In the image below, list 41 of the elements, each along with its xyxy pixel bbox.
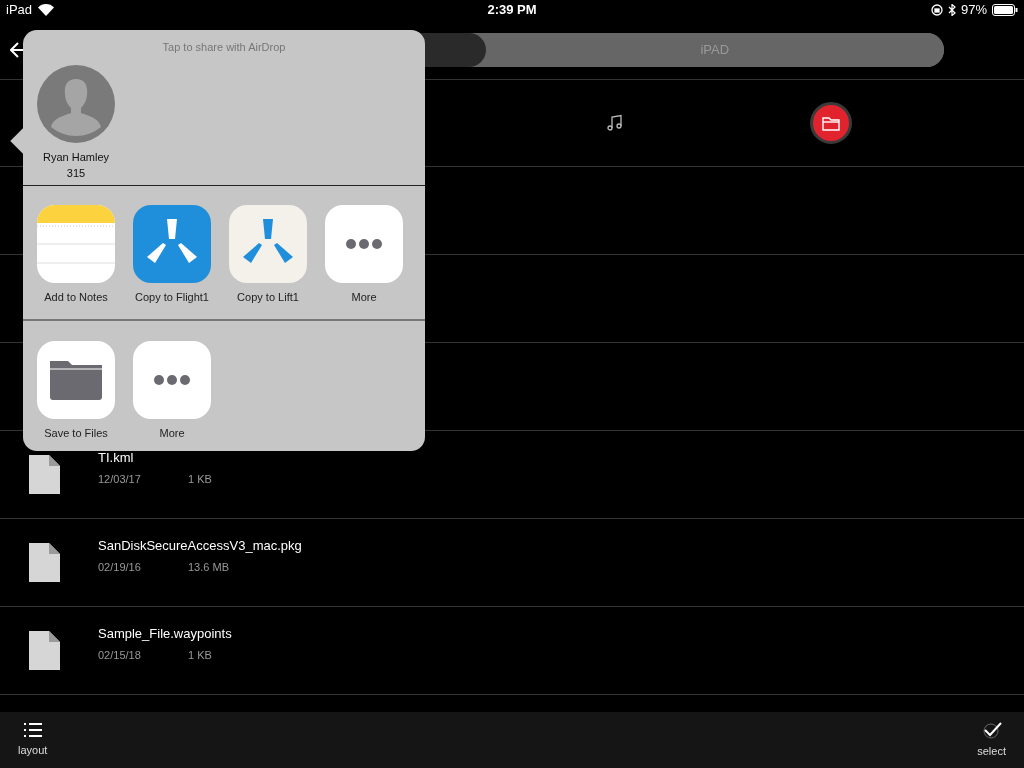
list-icon: [22, 721, 43, 738]
file-size: 1 KB: [188, 471, 212, 487]
propeller-app-icon[interactable]: [133, 205, 211, 283]
rotation-lock-icon: [930, 4, 943, 16]
share-label: Add to Notes: [44, 290, 108, 305]
folder-icon: [822, 115, 840, 131]
music-note-icon[interactable]: [606, 114, 624, 132]
battery-icon: [992, 4, 1018, 16]
share-label: Copy to Lift1: [237, 290, 299, 305]
more-icon[interactable]: [133, 341, 211, 419]
wifi-icon: [38, 4, 55, 16]
avatar-silhouette-icon[interactable]: [37, 64, 115, 143]
file-icon: [29, 631, 60, 670]
file-date: 02/19/16: [98, 559, 142, 575]
device-name: iPad: [6, 1, 33, 20]
propeller-app-icon[interactable]: [229, 205, 307, 283]
file-size: 1 KB: [188, 647, 212, 663]
airdrop-hint: Tap to share with AirDrop: [162, 40, 286, 55]
clock: 2:39 PM: [487, 1, 537, 20]
bluetooth-icon: [947, 4, 956, 16]
folder-tab[interactable]: [810, 102, 852, 144]
file-date: 02/15/18: [98, 647, 142, 663]
share-label: Copy to Flight1: [135, 290, 209, 305]
file-size: 13.6 MB: [188, 559, 229, 575]
share-label: More: [351, 290, 377, 305]
file-name[interactable]: Sample_File.waypoints: [98, 624, 232, 644]
file-name[interactable]: SanDiskSecureAccessV3_mac.pkg: [98, 536, 302, 556]
share-label: More: [159, 426, 185, 441]
file-date: 12/03/17: [98, 471, 142, 487]
share-label: Save to Files: [44, 426, 108, 441]
file-name[interactable]: TI.kml: [98, 448, 212, 468]
contact-detail: 315: [66, 166, 86, 181]
file-icon: [29, 455, 60, 494]
file-icon: [29, 543, 60, 582]
battery-percent: 97%: [960, 1, 987, 20]
folder-app-icon[interactable]: [37, 341, 115, 419]
select-button[interactable]: select: [977, 720, 1006, 760]
contact-name: Ryan Hamley: [43, 149, 109, 165]
checkmark-icon: [981, 720, 1002, 739]
layout-button[interactable]: layout: [18, 721, 48, 759]
more-icon[interactable]: [325, 205, 403, 283]
